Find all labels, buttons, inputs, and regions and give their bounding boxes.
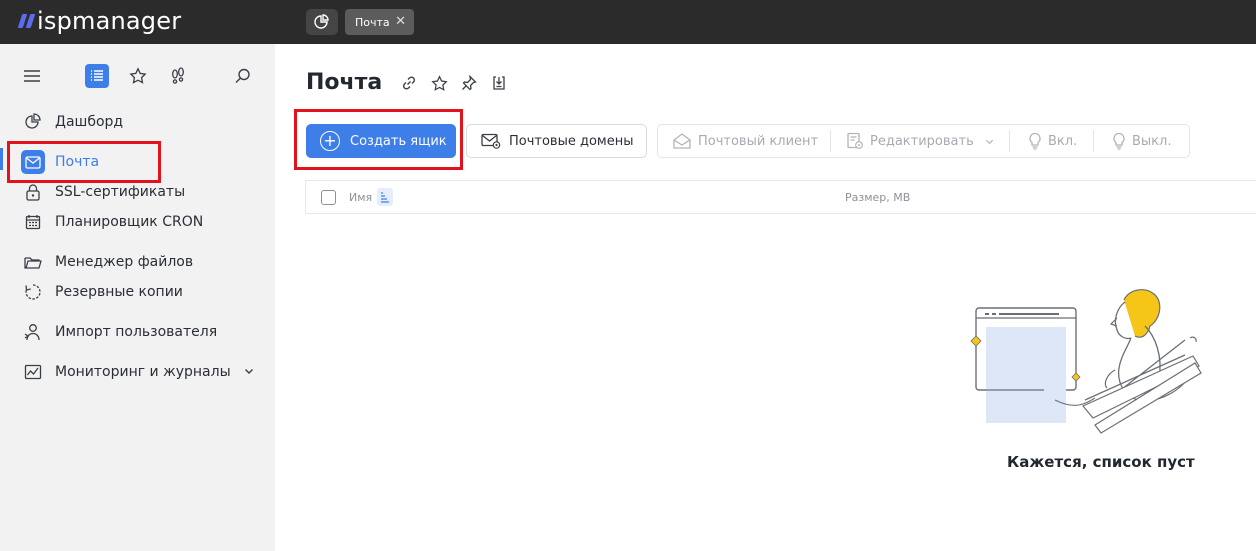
tab-dashboard[interactable] [306,9,338,35]
sidebar-item-files[interactable]: Менеджер файлов [0,249,275,275]
column-size[interactable]: Размер, MB [845,191,910,204]
lightbulb-on-icon [1028,132,1042,150]
disable-button[interactable]: Выкл. [1112,125,1171,157]
enable-label: Вкл. [1048,133,1078,149]
lightbulb-off-icon [1112,132,1126,150]
folder-icon [23,252,43,272]
tab-mail[interactable]: Почта ✕ [345,9,414,35]
actions-group: Почтовый клиент Редактировать Вкл. Выкл. [657,124,1190,158]
edit-label: Редактировать [870,133,974,149]
sidebar-toolbar [0,64,275,88]
empty-state-text: Кажется, список пуст [1007,453,1195,471]
logo-mark-icon [17,14,36,28]
mail-client-label: Почтовый клиент [698,133,819,149]
mail-client-icon [672,132,692,150]
pin-icon[interactable] [460,74,478,92]
footprints-icon[interactable] [166,64,190,88]
sidebar-item-backups[interactable]: Резервные копии [0,279,275,305]
sidebar-item-label: Планировщик CRON [55,214,204,230]
page-title: Почта [306,70,383,95]
highlight-box-sidebar [7,141,161,183]
sidebar-item-label: Мониторинг и журналы [55,364,231,380]
backup-icon [23,282,43,302]
edit-button[interactable]: Редактировать [846,125,995,157]
divider [1009,130,1010,152]
monitoring-icon [23,362,43,382]
sidebar-item-label: Менеджер файлов [55,254,194,270]
dashboard-icon [314,14,329,29]
edit-settings-icon [846,132,864,150]
top-bar: ispmanager Почта ✕ [0,0,1256,44]
logo[interactable]: ispmanager [17,6,182,36]
list-icon[interactable] [85,64,109,88]
sort-icon[interactable] [377,188,393,206]
link-icon[interactable] [400,74,418,92]
sidebar-item-label: Дашборд [55,114,124,130]
chevron-down-icon[interactable] [243,365,255,381]
chevron-down-icon [984,136,995,147]
menu-icon[interactable] [20,64,44,88]
lock-icon [23,182,43,202]
star-icon[interactable] [430,74,448,92]
select-all-checkbox[interactable] [321,190,336,205]
star-icon[interactable] [126,64,150,88]
sidebar: Дашборд Почта SSL-сертификаты Планировщи… [0,44,275,551]
table-header: Имя Размер, MB [305,180,1256,214]
sidebar-item-monitoring[interactable]: Мониторинг и журналы [0,359,275,385]
sidebar-item-dashboard[interactable]: Дашборд [0,109,275,135]
sidebar-item-label: Резервные копии [55,284,183,300]
search-icon[interactable] [231,64,255,88]
mail-domain-icon [481,133,501,149]
mail-domains-button[interactable]: Почтовые домены [466,124,647,158]
sidebar-item-label: Импорт пользователя [55,324,218,340]
mail-domains-label: Почтовые домены [509,133,634,149]
divider [830,130,831,152]
sidebar-item-import[interactable]: Импорт пользователя [0,319,275,345]
column-name[interactable]: Имя [349,191,372,204]
pie-chart-icon [23,112,43,132]
sidebar-item-cron[interactable]: Планировщик CRON [0,209,275,235]
logo-text: ispmanager [37,7,182,35]
close-icon[interactable]: ✕ [395,15,406,29]
mail-client-button[interactable]: Почтовый клиент [672,125,818,157]
sidebar-item-label: SSL-сертификаты [55,184,186,200]
highlight-box-create [294,109,463,170]
tab-mail-label: Почта [355,15,390,29]
divider [1093,130,1094,152]
calendar-icon [23,212,43,232]
download-icon[interactable] [490,74,508,92]
empty-state-illustration [970,289,1202,434]
user-import-icon [23,322,43,342]
enable-button[interactable]: Вкл. [1028,125,1077,157]
disable-label: Выкл. [1132,133,1172,149]
